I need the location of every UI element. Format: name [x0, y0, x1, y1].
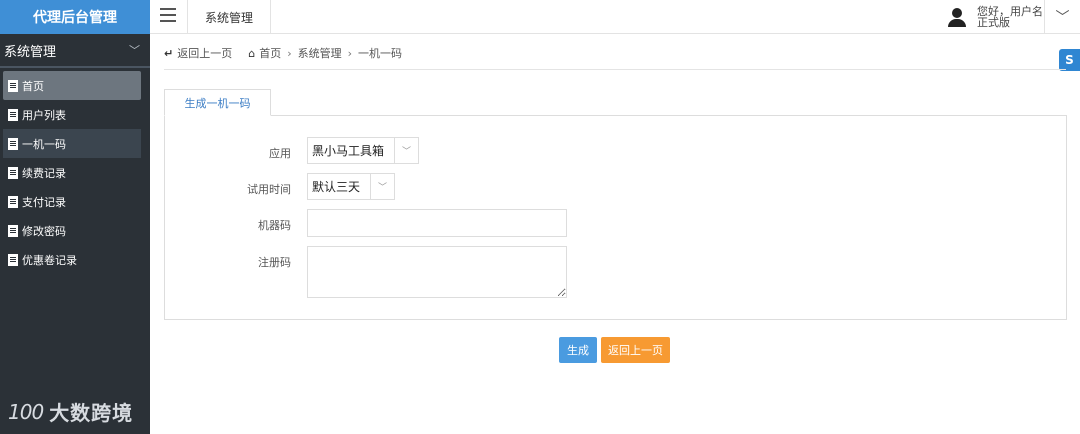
- machine-code-label: 机器码: [258, 219, 291, 232]
- generate-button[interactable]: 生成: [559, 337, 597, 363]
- sidebar-item-change-password[interactable]: 修改密码: [3, 216, 141, 245]
- document-icon: [8, 166, 18, 179]
- watermark: 100 大数跨境: [8, 397, 133, 426]
- trial-select-value: 默认三天: [312, 180, 361, 194]
- sidebar-item-one-machine-code[interactable]: 一机一码: [3, 129, 141, 158]
- trial-label: 试用时间: [247, 183, 291, 196]
- chevron-right-icon: ›: [347, 46, 353, 60]
- breadcrumb-back-link[interactable]: 返回上一页: [177, 45, 232, 61]
- registration-code-label: 注册码: [258, 256, 291, 269]
- sidebar-item-user-list[interactable]: 用户列表: [3, 100, 141, 129]
- chevron-down-icon[interactable]: ﹀: [1044, 0, 1080, 34]
- home-icon: ⌂: [248, 46, 256, 60]
- chevron-down-icon: ﹀: [394, 138, 418, 163]
- document-icon: [8, 195, 18, 208]
- document-icon: [8, 79, 18, 92]
- document-icon: [8, 224, 18, 237]
- sidebar-item-home[interactable]: 首页: [3, 71, 141, 100]
- breadcrumb-current: 一机一码: [358, 47, 403, 60]
- document-icon: [8, 108, 18, 121]
- sidebar-item-renewal-records[interactable]: 续费记录: [3, 158, 141, 187]
- back-arrow-icon: ↵: [164, 46, 174, 60]
- trial-select[interactable]: 默认三天 ﹀: [307, 173, 395, 200]
- watermark-text: 大数跨境: [49, 401, 134, 425]
- chevron-down-icon: ﹀: [370, 174, 394, 199]
- chevron-down-icon: ﹀: [129, 44, 140, 57]
- document-icon: [8, 137, 18, 150]
- user-edition: 正式版: [977, 16, 1010, 29]
- divider: [164, 69, 1066, 70]
- watermark-logo: 100: [8, 399, 44, 424]
- sidebar-item-label: 一机一码: [22, 137, 66, 151]
- app-label: 应用: [269, 147, 291, 160]
- menu-section-label: 系统管理: [4, 44, 57, 60]
- sidebar-item-label: 续费记录: [22, 166, 66, 180]
- form-panel: 应用 黑小马工具箱 ﹀ 试用时间 默认三天 ﹀ 机器码 注册码: [164, 115, 1067, 320]
- user-icon: [947, 7, 967, 27]
- topbar: 系统管理 您好，用户名 正式版 ﹀: [150, 0, 1080, 34]
- app-select-value: 黑小马工具箱: [312, 144, 385, 158]
- tab-system-management[interactable]: 系统管理: [187, 0, 271, 34]
- menu-toggle-icon[interactable]: [160, 8, 176, 22]
- sidebar-item-coupon-records[interactable]: 优惠卷记录: [3, 245, 141, 274]
- sidebar-item-label: 用户列表: [22, 108, 66, 122]
- sidebar-item-payment-records[interactable]: 支付记录: [3, 187, 141, 216]
- registration-code-textarea[interactable]: [307, 246, 567, 298]
- breadcrumb-section[interactable]: 系统管理: [298, 45, 342, 61]
- sidebar: 代理后台管理 系统管理 ﹀ 首页 用户列表 一机一码 续费记录 支付记录 修改密…: [0, 0, 150, 434]
- tab-generate-code[interactable]: 生成一机一码: [164, 89, 271, 116]
- sidebar-item-label: 修改密码: [22, 224, 66, 238]
- chevron-right-icon: ›: [287, 46, 292, 60]
- float-tool-icon[interactable]: S: [1059, 49, 1080, 71]
- menu-section-system[interactable]: 系统管理 ﹀: [0, 34, 150, 68]
- app-select[interactable]: 黑小马工具箱 ﹀: [307, 137, 419, 164]
- breadcrumb: ↵ 返回上一页 ⌂ 首页 › 系统管理 › 一机一码: [164, 44, 402, 62]
- sidebar-item-label: 首页: [22, 79, 44, 93]
- back-button[interactable]: 返回上一页: [601, 337, 670, 363]
- machine-code-input[interactable]: [307, 209, 567, 237]
- document-icon: [8, 253, 18, 266]
- sidebar-item-label: 支付记录: [22, 195, 66, 209]
- breadcrumb-home[interactable]: 首页: [259, 45, 281, 61]
- user-info[interactable]: 您好，用户名 正式版: [947, 0, 1043, 34]
- brand-title: 代理后台管理: [0, 0, 150, 34]
- sidebar-item-label: 优惠卷记录: [22, 253, 77, 267]
